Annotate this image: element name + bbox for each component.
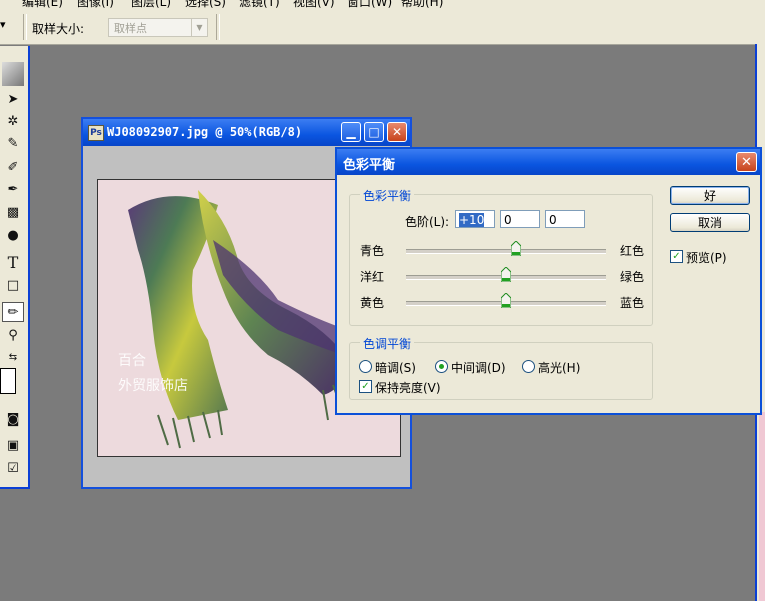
menu-layer[interactable]: 图层(L) xyxy=(131,0,171,8)
magic-wand-tool-icon[interactable]: ✲ xyxy=(2,112,24,132)
document-titlebar[interactable]: Ps WJ08092907.jpg @ 50%(RGB/8) ▁ □ ✕ xyxy=(83,119,410,146)
levels-label: 色阶(L): xyxy=(405,215,450,229)
preserve-luminosity-checkbox[interactable]: ✓ xyxy=(359,380,372,393)
ok-button[interactable]: 好 xyxy=(670,186,750,205)
menu-edit[interactable]: 编辑(E) xyxy=(22,0,63,8)
dialog-close-button[interactable]: ✕ xyxy=(736,152,757,172)
sample-size-value: 取样点 xyxy=(114,22,147,35)
menu-filter[interactable]: 滤镜(T) xyxy=(239,0,280,8)
document-title: WJ08092907.jpg @ 50%(RGB/8) xyxy=(107,125,303,139)
color-balance-group-label: 色彩平衡 xyxy=(360,187,415,204)
sample-size-select[interactable]: 取样点 ▼ xyxy=(108,18,208,37)
zoom-tool-icon[interactable]: ⚲ xyxy=(2,326,24,346)
shape-tool-icon[interactable]: □ xyxy=(2,276,24,296)
screen-mode-icon[interactable]: ▣ xyxy=(2,436,24,456)
burn-tool-icon[interactable]: ● xyxy=(2,226,24,246)
preview-label[interactable]: 预览(P) xyxy=(686,249,727,266)
brush-tool-icon[interactable]: ✐ xyxy=(2,158,24,178)
shadows-radio[interactable] xyxy=(359,360,372,373)
midtones-radio[interactable] xyxy=(435,360,448,373)
slider-cyan-label: 青色 xyxy=(360,244,385,258)
background-color-swatch[interactable] xyxy=(0,368,16,394)
toolbox: ➤ ✲ ✎ ✐ ✒ ▩ ● T □ ✏ ⚲ ⇆ ◙ ▣ ☑ xyxy=(0,46,30,489)
yellow-blue-slider-thumb[interactable] xyxy=(501,293,511,308)
document-icon: Ps xyxy=(88,125,104,141)
level-cyan-red-input[interactable]: +10 xyxy=(455,210,495,228)
swap-colors-icon[interactable]: ⇆ xyxy=(2,352,24,364)
gradient-tool-icon[interactable]: ▩ xyxy=(2,203,24,223)
color-balance-group: 色彩平衡 色阶(L): +10 0 0 青色 红色 洋红 绿色 黄色 蓝色 xyxy=(349,187,653,326)
panel-preview-strip xyxy=(759,412,765,601)
options-separator xyxy=(23,14,27,40)
slider-blue-label: 蓝色 xyxy=(620,296,645,310)
dialog-titlebar[interactable]: 色彩平衡 ✕ xyxy=(337,149,760,175)
move-tool-icon[interactable]: ➤ xyxy=(2,90,24,110)
menu-image[interactable]: 图像(I) xyxy=(77,0,114,8)
options-separator xyxy=(216,14,220,40)
slider-magenta-label: 洋红 xyxy=(360,270,385,284)
watermark-line2: 外贸服饰店 xyxy=(118,378,188,394)
cyan-red-slider-thumb[interactable] xyxy=(511,241,521,256)
midtones-label[interactable]: 中间调(D) xyxy=(451,359,506,376)
slider-green-label: 绿色 xyxy=(620,270,645,284)
menu-window[interactable]: 窗口(W) xyxy=(347,0,392,8)
options-bar: ▾ 取样大小: 取样点 ▼ xyxy=(0,8,765,45)
slider-red-label: 红色 xyxy=(620,244,645,258)
minimize-button[interactable]: ▁ xyxy=(341,122,361,142)
chevron-down-icon: ▼ xyxy=(191,19,207,36)
menu-help[interactable]: 帮助(H) xyxy=(401,0,443,8)
healing-brush-tool-icon[interactable]: ✎ xyxy=(2,134,24,154)
cyan-red-slider-track[interactable] xyxy=(406,249,606,254)
watermark-line1: 百合 xyxy=(118,353,146,369)
maximize-button[interactable]: □ xyxy=(364,122,384,142)
toolbox-header-icon xyxy=(2,62,24,86)
cancel-button[interactable]: 取消 xyxy=(670,213,750,232)
level-magenta-green-input[interactable]: 0 xyxy=(500,210,540,228)
sample-size-label: 取样大小: xyxy=(32,22,85,36)
highlights-radio[interactable] xyxy=(522,360,535,373)
tool-preset-dropdown-icon[interactable]: ▾ xyxy=(0,18,6,31)
level-yellow-blue-input[interactable]: 0 xyxy=(545,210,585,228)
slider-yellow-label: 黄色 xyxy=(360,296,385,310)
shadows-label[interactable]: 暗调(S) xyxy=(375,359,416,376)
dialog-title: 色彩平衡 xyxy=(343,158,396,173)
history-brush-tool-icon[interactable]: ✒ xyxy=(2,180,24,200)
close-button[interactable]: ✕ xyxy=(387,122,407,142)
jump-to-imageready-icon[interactable]: ☑ xyxy=(2,459,24,479)
menu-select[interactable]: 选择(S) xyxy=(185,0,226,8)
color-balance-dialog: 色彩平衡 ✕ 色彩平衡 色阶(L): +10 0 0 青色 红色 洋红 绿色 黄… xyxy=(335,147,762,415)
eyedropper-tool-icon[interactable]: ✏ xyxy=(2,302,24,322)
type-tool-icon[interactable]: T xyxy=(2,253,24,273)
preview-checkbox[interactable]: ✓ xyxy=(670,250,683,263)
preserve-luminosity-label[interactable]: 保持亮度(V) xyxy=(375,379,441,396)
menu-view[interactable]: 视图(V) xyxy=(293,0,335,8)
tone-balance-group: 色调平衡 暗调(S) 中间调(D) 高光(H) ✓ 保持亮度(V) xyxy=(349,335,653,400)
tone-balance-group-label: 色调平衡 xyxy=(360,335,415,352)
menu-bar: 编辑(E) 图像(I) 图层(L) 选择(S) 滤镜(T) 视图(V) 窗口(W… xyxy=(0,0,765,8)
quick-mask-icon[interactable]: ◙ xyxy=(2,410,24,430)
highlights-label[interactable]: 高光(H) xyxy=(538,359,580,376)
magenta-green-slider-thumb[interactable] xyxy=(501,267,511,282)
